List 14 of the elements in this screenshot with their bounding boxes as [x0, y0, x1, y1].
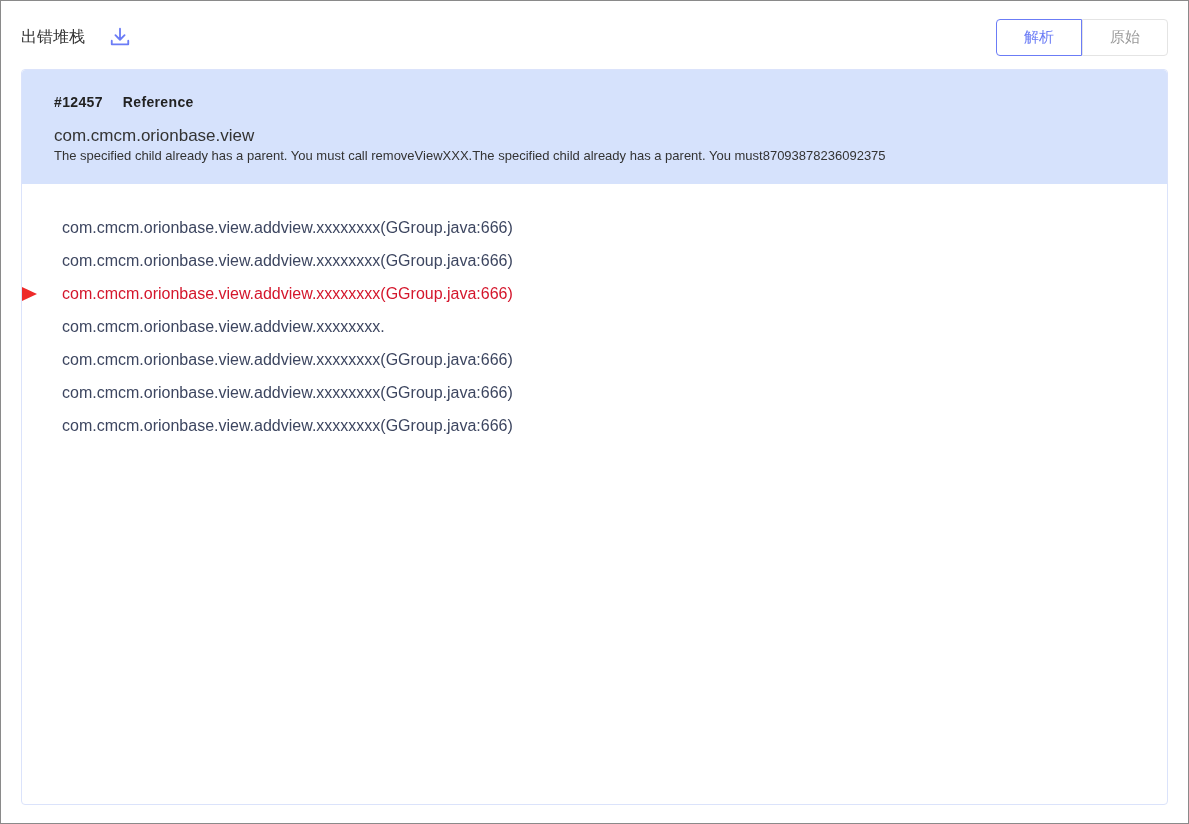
view-tab[interactable]: 解析 [996, 18, 1082, 56]
package-name: com.cmcm.orionbase.view [54, 125, 256, 147]
stack-frame[interactable]: com.cmcm.orionbase.view.addview.xxxxxxxx(GGroup.java:666) [62, 249, 513, 274]
panel-title: 出错堆栈 [21, 27, 85, 47]
stack-frame[interactable]: com.cmcm.orionbase.view.addview.xxxxxxxx(GGroup.java:666) [62, 381, 513, 406]
error-id: #12457 [54, 93, 103, 112]
error-type: Reference [122, 93, 194, 112]
error-message: The specified child already has a parent. You must call removeViewXXX.The specified child already has a parent. You must87093878236092375 [54, 147, 887, 166]
stack-frame[interactable]: com.cmcm.orionbase.view.addview.xxxxxxxx(GGroup.java:666) [62, 216, 513, 241]
stack-frame[interactable]: com.cmcm.orionbase.view.addview.xxxxxxxx. [62, 315, 385, 340]
stack-frame[interactable]: com.cmcm.orionbase.view.addview.xxxxxxxx(GGroup.java:666) [62, 282, 513, 307]
download-icon[interactable] [109, 26, 131, 48]
stack-frame[interactable]: com.cmcm.orionbase.view.addview.xxxxxxxx(GGroup.java:666) [62, 414, 513, 439]
stack-frame[interactable]: com.cmcm.orionbase.view.addview.xxxxxxxx(GGroup.java:666) [62, 348, 513, 373]
